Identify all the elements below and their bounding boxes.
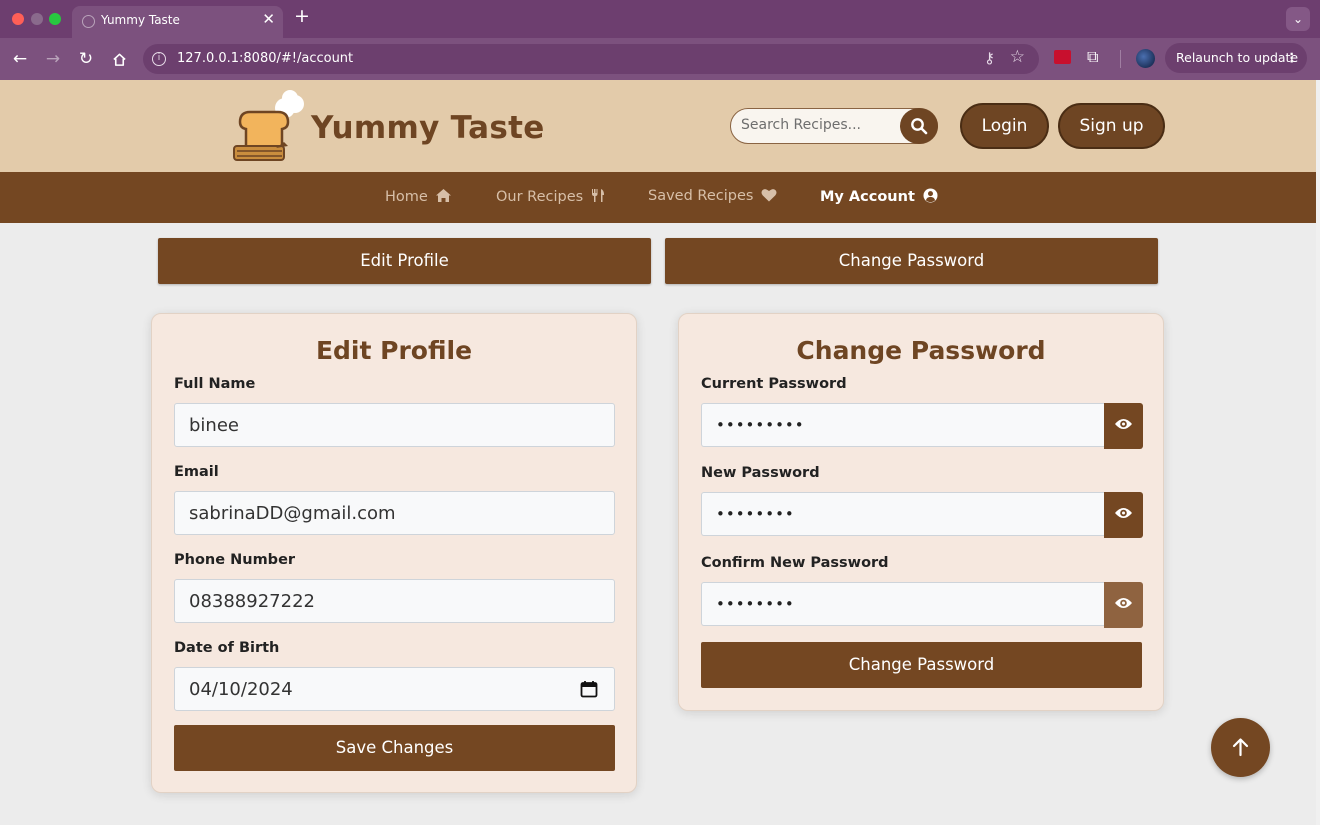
search-input[interactable] xyxy=(741,117,901,133)
toggle-visibility-button[interactable] xyxy=(1104,492,1143,538)
site-header: Yummy Taste Login Sign up xyxy=(0,80,1316,172)
phone-field[interactable] xyxy=(174,579,615,623)
minimize-window-button[interactable] xyxy=(31,13,43,25)
toolbar-divider xyxy=(1120,50,1121,68)
change-password-button[interactable]: Change Password xyxy=(701,642,1142,688)
nav-item-recipes[interactable]: Our Recipes xyxy=(496,188,605,205)
search-box xyxy=(730,108,938,144)
bookmark-star-icon[interactable]: ☆ xyxy=(1010,47,1025,67)
change-password-tab[interactable]: Change Password xyxy=(665,238,1158,284)
tab-title: Yummy Taste xyxy=(101,13,180,27)
nav-item-home[interactable]: Home xyxy=(385,188,452,205)
current-password-field[interactable]: ••••••••• xyxy=(701,403,1105,447)
back-to-top-button[interactable] xyxy=(1211,718,1270,777)
search-icon xyxy=(911,118,928,135)
full-name-field[interactable] xyxy=(174,403,615,447)
profile-avatar[interactable] xyxy=(1136,49,1155,68)
browser-tab-bar: Yummy Taste ✕ + ⌄ xyxy=(0,0,1320,38)
tab-search-button[interactable]: ⌄ xyxy=(1286,7,1310,31)
user-circle-icon xyxy=(923,188,938,203)
more-menu-icon[interactable]: ⋮ xyxy=(1286,43,1299,73)
new-password-field[interactable]: •••••••• xyxy=(701,492,1105,536)
arrow-up-icon xyxy=(1232,738,1249,757)
dob-label: Date of Birth xyxy=(174,640,280,656)
close-icon[interactable]: ✕ xyxy=(262,10,275,28)
edit-profile-title: Edit Profile xyxy=(315,336,473,365)
main-nav: Home Our Recipes Saved Recipes My Accoun… xyxy=(0,172,1316,223)
nav-label: My Account xyxy=(820,189,915,205)
back-icon[interactable]: ← xyxy=(9,47,31,71)
relaunch-button[interactable]: Relaunch to update ⋮ xyxy=(1165,43,1307,73)
utensils-icon xyxy=(591,189,604,202)
browser-toolbar: ← → ↻ i 127.0.0.1:8080/#!/account ⚷ ☆ ⧉ … xyxy=(0,38,1320,80)
confirm-password-label: Confirm New Password xyxy=(701,555,889,571)
edit-profile-card: Edit Profile Full Name Email Phone Numbe… xyxy=(151,313,637,793)
browser-tab[interactable]: Yummy Taste ✕ xyxy=(72,6,283,38)
eye-icon xyxy=(1115,598,1132,608)
close-window-button[interactable] xyxy=(12,13,24,25)
search-button[interactable] xyxy=(900,108,938,144)
house-icon xyxy=(436,189,452,202)
relaunch-label: Relaunch to update xyxy=(1176,50,1299,65)
globe-icon xyxy=(82,15,95,28)
forward-icon[interactable]: → xyxy=(42,47,64,71)
url-text[interactable]: 127.0.0.1:8080/#!/account xyxy=(177,51,353,66)
address-bar[interactable]: i 127.0.0.1:8080/#!/account ⚷ ☆ xyxy=(143,44,1039,74)
nav-label: Our Recipes xyxy=(496,189,584,205)
toggle-visibility-button[interactable] xyxy=(1104,403,1143,449)
nav-item-account[interactable]: My Account xyxy=(820,188,938,205)
change-password-title: Change Password xyxy=(796,336,1046,365)
maximize-window-button[interactable] xyxy=(49,13,61,25)
password-key-icon[interactable]: ⚷ xyxy=(984,49,995,67)
edit-profile-tab[interactable]: Edit Profile xyxy=(158,238,651,284)
confirm-password-field[interactable]: •••••••• xyxy=(701,582,1105,626)
brand-name[interactable]: Yummy Taste xyxy=(311,110,545,146)
new-tab-button[interactable]: + xyxy=(294,7,310,26)
dob-field[interactable] xyxy=(174,667,615,711)
save-changes-button[interactable]: Save Changes xyxy=(174,725,615,771)
nav-label: Home xyxy=(385,189,428,205)
eye-icon xyxy=(1115,508,1132,518)
full-name-label: Full Name xyxy=(174,376,256,392)
heart-icon xyxy=(761,189,777,202)
home-icon[interactable] xyxy=(108,47,130,74)
change-password-card: Change Password Current Password •••••••… xyxy=(678,313,1164,711)
current-password-label: Current Password xyxy=(701,376,847,392)
puzzle-icon[interactable]: ⧉ xyxy=(1087,47,1098,67)
reload-icon[interactable]: ↻ xyxy=(75,47,97,71)
extension-icon[interactable] xyxy=(1054,50,1071,64)
email-field[interactable] xyxy=(174,491,615,535)
nav-item-saved[interactable]: Saved Recipes xyxy=(648,188,777,204)
phone-label: Phone Number xyxy=(174,552,296,568)
new-password-label: New Password xyxy=(701,465,820,481)
calendar-icon[interactable] xyxy=(580,680,598,698)
email-label: Email xyxy=(174,464,219,480)
logo-icon[interactable] xyxy=(232,90,312,164)
page-scrollbar[interactable] xyxy=(1316,80,1320,825)
signup-button[interactable]: Sign up xyxy=(1058,103,1165,149)
site-info-icon[interactable]: i xyxy=(152,52,166,66)
eye-icon xyxy=(1115,419,1132,429)
toggle-visibility-button[interactable] xyxy=(1104,582,1143,628)
nav-label: Saved Recipes xyxy=(648,188,754,204)
login-button[interactable]: Login xyxy=(960,103,1049,149)
